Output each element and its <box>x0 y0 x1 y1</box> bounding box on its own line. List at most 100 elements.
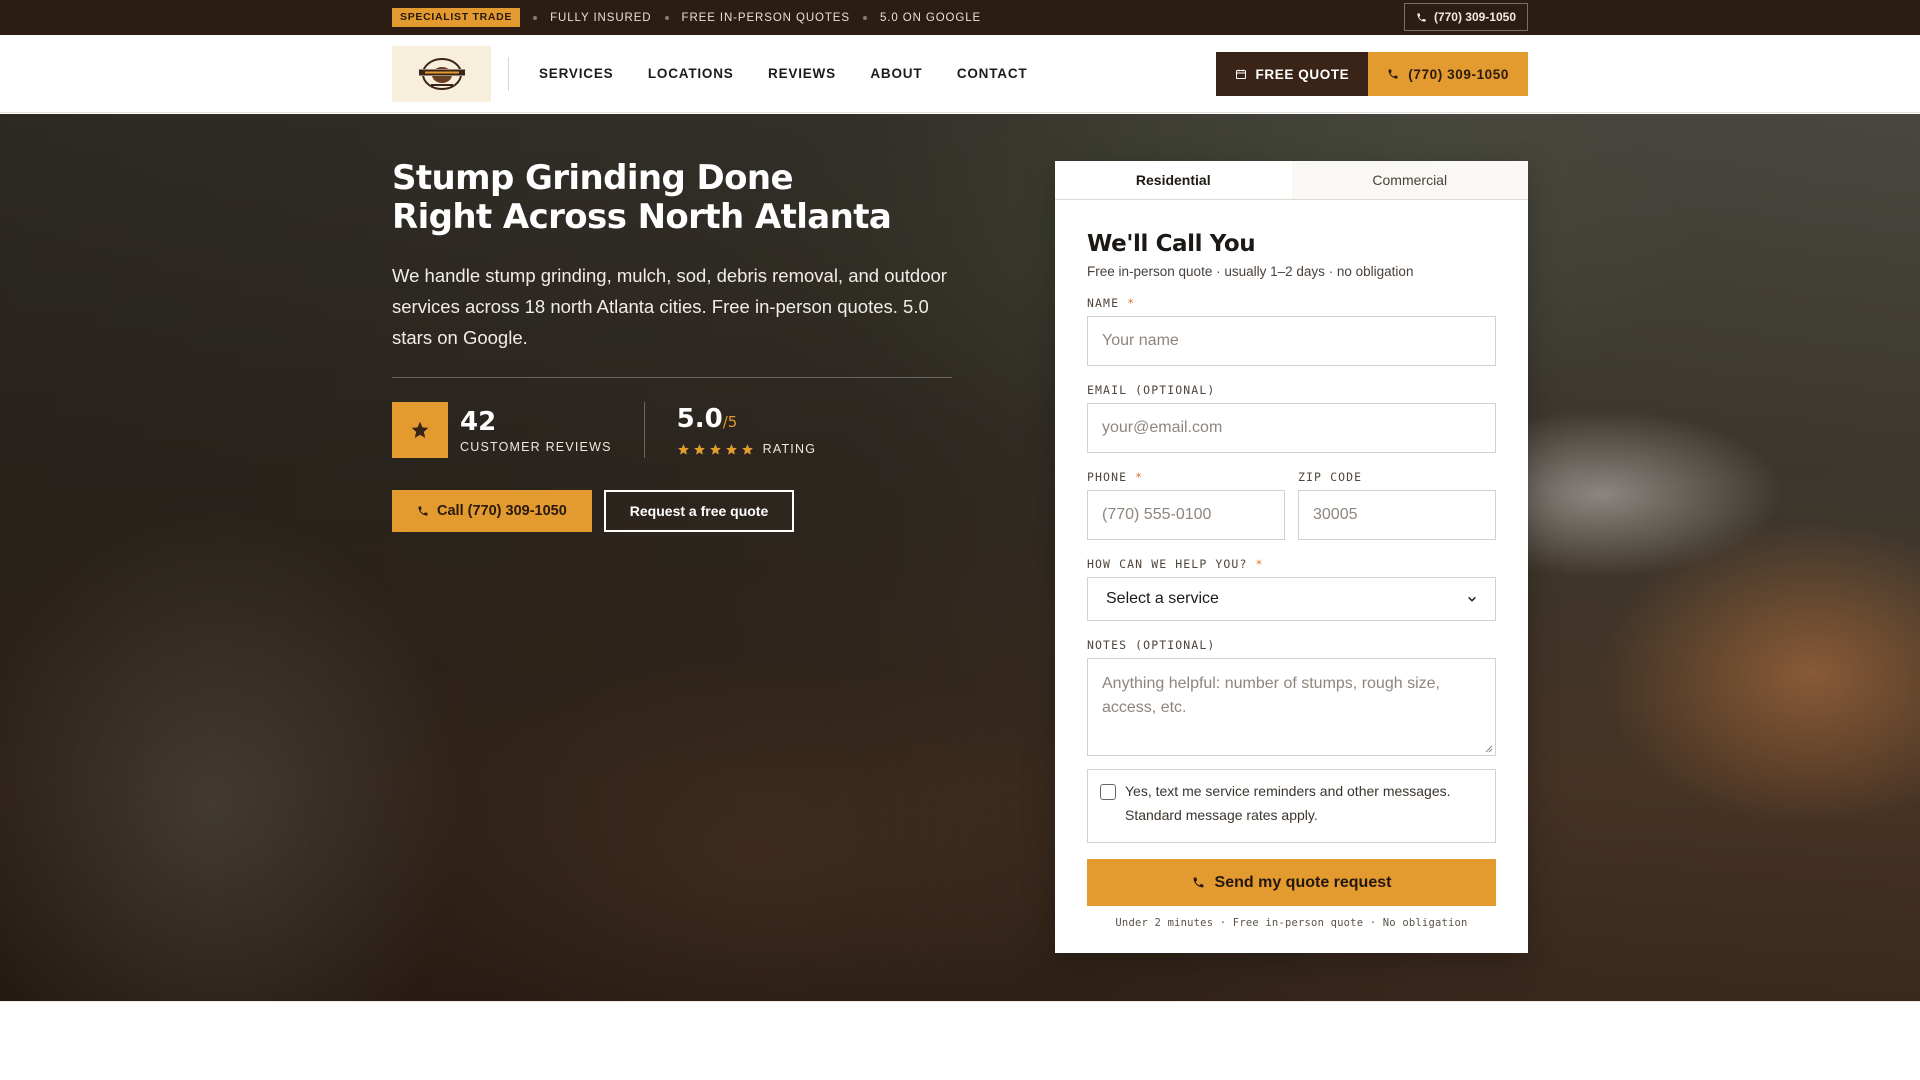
hero-bottom-border <box>0 1001 1920 1002</box>
rating-value-wrap: 5.0/5 <box>677 404 817 437</box>
required-marker: * <box>1135 470 1144 484</box>
site-logo[interactable] <box>392 46 491 102</box>
notes-placeholder: Anything helpful: number of stumps, roug… <box>1102 675 1440 716</box>
name-label: NAME * <box>1087 296 1496 310</box>
star-icon <box>709 443 721 455</box>
star-icon <box>693 443 705 455</box>
topbar-phone-link[interactable]: (770) 309-1050 <box>1403 3 1528 31</box>
nav-services[interactable]: SERVICES <box>539 66 613 81</box>
zip-label: ZIP CODE <box>1298 470 1363 484</box>
dot-separator <box>664 15 669 20</box>
hero-title-line2: Right Across North Atlanta <box>392 197 892 237</box>
header-phone-button[interactable]: (770) 309-1050 <box>1368 52 1528 96</box>
hero-title-line1: Stump Grinding Done <box>392 158 794 198</box>
topbar-phone-text: (770) 309-1050 <box>1433 10 1516 24</box>
topbar-item-google: 5.0 ON GOOGLE <box>879 11 982 24</box>
phone-label: PHONE * <box>1087 470 1285 484</box>
star-icon <box>411 421 429 438</box>
header-actions: FREE QUOTE (770) 309-1050 <box>1215 52 1528 96</box>
phone-zip-row: PHONE * (770) 555-0100 ZIP CODE 30005 <box>1087 453 1496 540</box>
rating-label: RATING <box>762 442 817 456</box>
nav-locations[interactable]: LOCATIONS <box>648 66 734 81</box>
form-fine-print: Under 2 minutes · Free in-person quote ·… <box>1115 917 1468 929</box>
hero-call-button[interactable]: Call (770) 309-1050 <box>392 490 592 532</box>
customer-type-tabs: Residential Commercial <box>1055 161 1528 200</box>
phone-icon <box>1388 69 1398 79</box>
phone-icon <box>1193 877 1203 888</box>
nav-about[interactable]: ABOUT <box>870 66 922 81</box>
star-icon <box>677 443 689 455</box>
calendar-icon <box>1235 69 1246 79</box>
phone-placeholder: (770) 555-0100 <box>1102 506 1212 523</box>
hero-subtitle: We handle stump grinding, mulch, sod, de… <box>392 265 947 348</box>
notes-label: NOTES (OPTIONAL) <box>1087 638 1216 652</box>
form-title: We'll Call You <box>1087 231 1256 257</box>
hero-call-label: Call (770) 309-1050 <box>437 503 567 519</box>
hero-stats: 42 CUSTOMER REVIEWS 5.0/5 RATING <box>392 402 952 458</box>
sms-consent-text: Yes, text me service reminders and other… <box>1125 783 1451 823</box>
name-label-text: NAME <box>1087 296 1120 310</box>
free-quote-button[interactable]: FREE QUOTE <box>1215 52 1369 96</box>
submit-label: Send my quote request <box>1214 873 1392 891</box>
phone-icon <box>1417 12 1426 22</box>
email-label: EMAIL (OPTIONAL) <box>1087 383 1216 397</box>
hero-content: Stump Grinding Done Right Across North A… <box>392 159 952 532</box>
service-label: HOW CAN WE HELP YOU? * <box>1087 557 1496 571</box>
tab-commercial[interactable]: Commercial <box>1291 161 1528 199</box>
reviews-label: CUSTOMER REVIEWS <box>460 439 612 454</box>
service-select[interactable]: Select a service <box>1087 577 1496 621</box>
reviews-stat: 42 CUSTOMER REVIEWS <box>460 407 612 454</box>
reviews-star-badge <box>392 402 448 458</box>
dot-separator <box>533 15 538 20</box>
nav-reviews[interactable]: REVIEWS <box>768 66 836 81</box>
site-header: SERVICES LOCATIONS REVIEWS ABOUT CONTACT… <box>0 35 1920 113</box>
rating-value: 5.0 <box>676 404 723 434</box>
form-subtitle: Free in-person quote · usually 1–2 days … <box>1087 264 1414 279</box>
chevron-down-icon <box>1468 596 1476 602</box>
stats-divider <box>643 402 645 458</box>
header-phone-label: (770) 309-1050 <box>1408 66 1509 82</box>
star-icon <box>725 443 737 455</box>
name-input[interactable]: Your name <box>1087 316 1496 366</box>
phone-input[interactable]: (770) 555-0100 <box>1087 490 1285 540</box>
name-placeholder: Your name <box>1102 332 1179 349</box>
service-label-text: HOW CAN WE HELP YOU? <box>1087 557 1248 571</box>
logo-emblem <box>416 58 467 90</box>
zip-field-group: ZIP CODE 30005 <box>1298 453 1496 540</box>
email-placeholder: your@email.com <box>1102 419 1223 436</box>
quote-form-card: Residential Commercial We'll Call You Fr… <box>1055 161 1528 953</box>
free-quote-label: FREE QUOTE <box>1255 66 1350 82</box>
submit-quote-button[interactable]: Send my quote request <box>1087 859 1496 906</box>
topbar-item-quotes: FREE IN-PERSON QUOTES <box>681 11 850 24</box>
phone-label-text: PHONE <box>1087 470 1128 484</box>
form-body: We'll Call You Free in-person quote · us… <box>1055 231 1528 929</box>
star-icon <box>741 443 753 455</box>
rating-stars: RATING <box>677 442 817 456</box>
dot-separator <box>862 15 867 20</box>
nav-contact[interactable]: CONTACT <box>957 66 1028 81</box>
reviews-count: 42 <box>460 406 497 437</box>
rating-stat: 5.0/5 RATING <box>677 404 817 456</box>
hero-background <box>0 114 1920 1001</box>
rating-scale: /5 <box>722 413 738 431</box>
required-marker: * <box>1255 557 1264 571</box>
sms-consent-box: Yes, text me service reminders and other… <box>1087 769 1496 843</box>
hero-quote-button[interactable]: Request a free quote <box>603 490 795 532</box>
email-input[interactable]: your@email.com <box>1087 403 1496 453</box>
hero-title: Stump Grinding Done Right Across North A… <box>392 159 952 237</box>
notes-textarea[interactable]: Anything helpful: number of stumps, roug… <box>1087 658 1496 756</box>
header-divider <box>508 57 509 91</box>
tab-residential[interactable]: Residential <box>1055 161 1292 199</box>
phone-field-group: PHONE * (770) 555-0100 <box>1087 453 1285 540</box>
required-marker: * <box>1127 296 1136 310</box>
sms-consent-checkbox[interactable] <box>1100 784 1116 800</box>
hero-overlay <box>0 114 1920 1001</box>
top-info-bar: SPECIALIST TRADE FULLY INSURED FREE IN-P… <box>0 0 1920 35</box>
main-nav: SERVICES LOCATIONS REVIEWS ABOUT CONTACT <box>539 65 1057 83</box>
hero-divider <box>392 377 952 378</box>
topbar-item-insured: FULLY INSURED <box>550 11 652 24</box>
zip-input[interactable]: 30005 <box>1298 490 1496 540</box>
resize-grip-icon[interactable] <box>1485 745 1493 753</box>
zip-placeholder: 30005 <box>1313 506 1358 523</box>
specialist-badge: SPECIALIST TRADE <box>392 8 521 27</box>
